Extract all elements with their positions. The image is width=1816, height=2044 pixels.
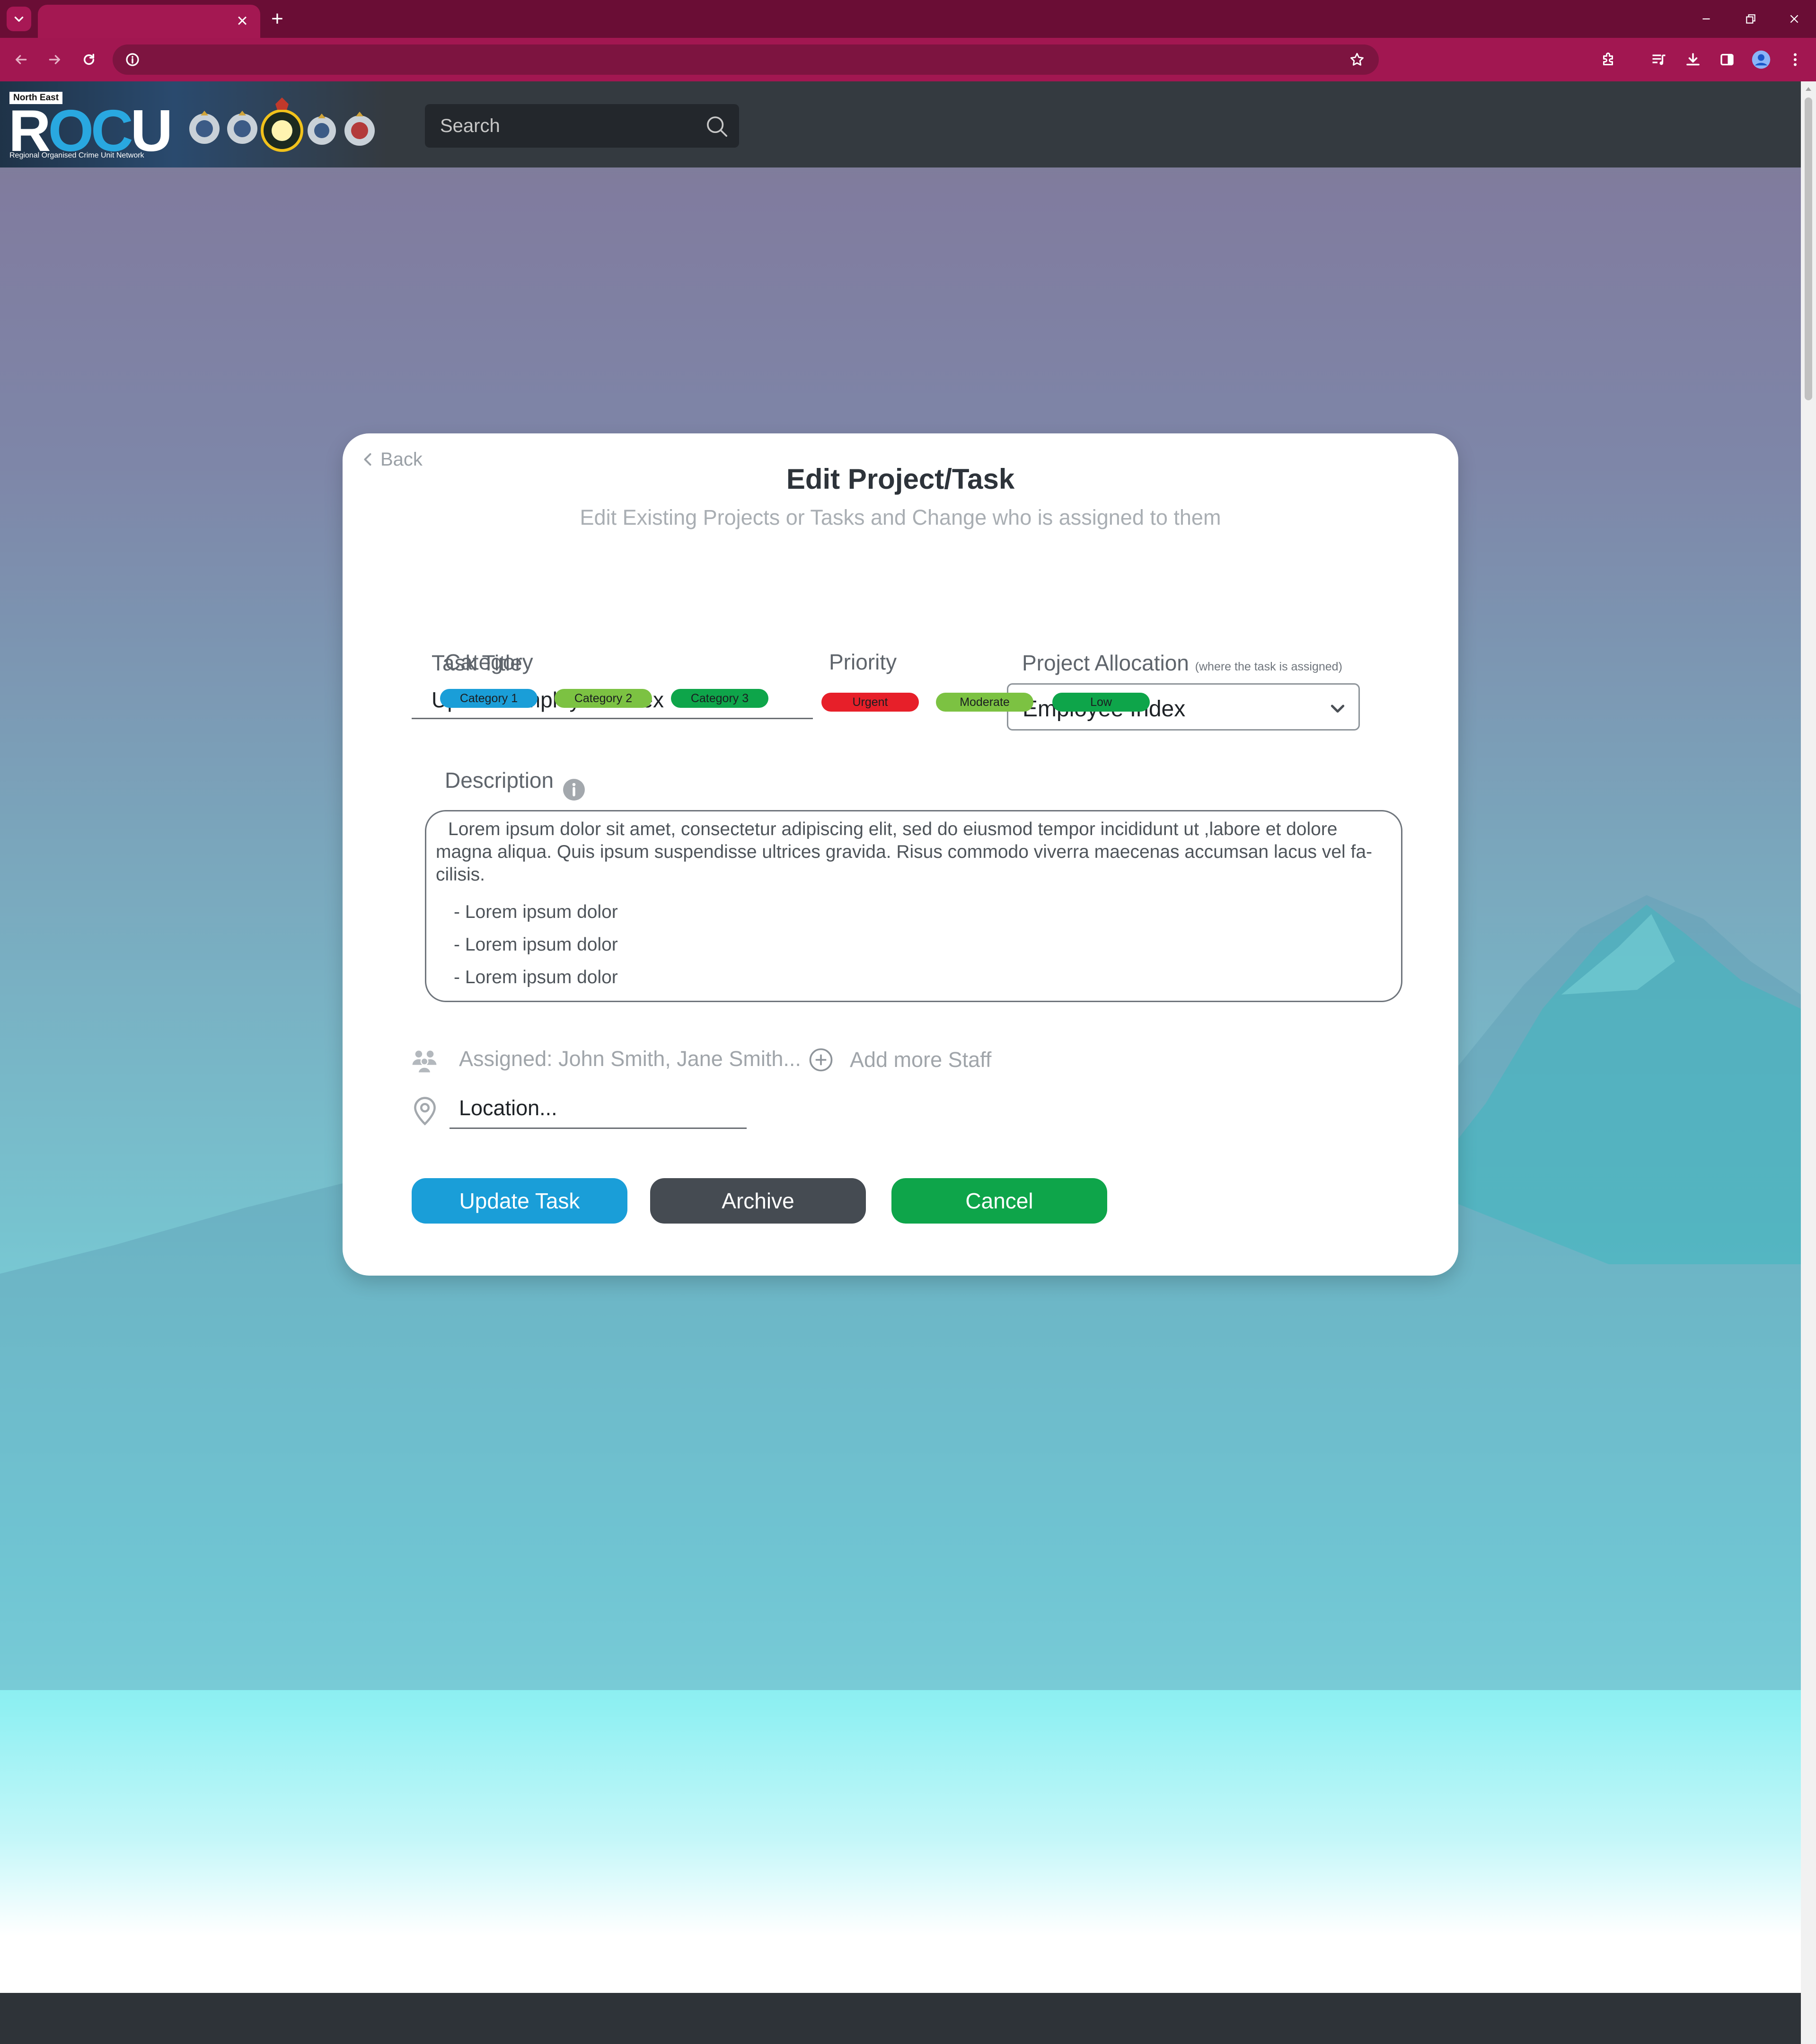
site-search [425, 104, 739, 148]
reload-button[interactable] [78, 48, 100, 71]
logo-tagline: Regional Organised Crime Unit Network [9, 151, 144, 159]
list-item: - Lorem ipsum dolor [454, 967, 618, 987]
list-item: - Lorem ipsum dolor [454, 902, 618, 922]
description-label: Description [445, 768, 554, 793]
reload-icon [83, 53, 95, 65]
location-pin-icon [414, 1097, 436, 1126]
extensions-button[interactable] [1597, 48, 1620, 71]
chevron-down-icon [14, 17, 24, 22]
category-label: Category [445, 650, 533, 674]
browser-tab-bar: × + [0, 0, 1816, 38]
update-task-button[interactable]: Update Task [412, 1178, 627, 1224]
profile-button[interactable] [1750, 48, 1772, 71]
page-scrollbar[interactable] [1801, 81, 1816, 2044]
edit-task-modal: Back Edit Project/Task Edit Existing Pro… [343, 433, 1458, 1276]
bookmark-button[interactable] [1347, 49, 1367, 70]
rocu-logo[interactable]: North East ROCU Regional Organised Crime… [0, 81, 388, 167]
category-pill-category-3[interactable]: Category 3 [671, 689, 768, 708]
restore-button[interactable] [1740, 9, 1761, 29]
playlist-icon [1652, 54, 1666, 65]
search-input[interactable] [425, 104, 690, 148]
more-vertical-icon [1794, 53, 1797, 66]
page-subtitle: Edit Existing Projects or Tasks and Chan… [580, 505, 1221, 529]
project-allocation-hint: (where the task is assigned) [1195, 660, 1342, 673]
project-allocation-label: Project Allocation (where the task is as… [1022, 651, 1342, 675]
add-staff-label: Add more Staff [850, 1048, 992, 1072]
close-icon: × [237, 10, 248, 31]
forward-nav-button[interactable] [44, 48, 66, 71]
site-header: North East ROCU Regional Organised Crime… [0, 81, 1801, 167]
info-icon[interactable] [562, 778, 586, 802]
scroll-up-button[interactable] [1805, 84, 1812, 94]
add-staff-button[interactable]: Add more Staff [808, 1041, 991, 1079]
priority-pill-low[interactable]: Low [1052, 693, 1150, 712]
search-icon[interactable] [704, 114, 730, 139]
chevron-down-icon [1331, 705, 1345, 713]
downloads-button[interactable] [1682, 48, 1704, 71]
minimize-icon [1702, 18, 1710, 20]
info-icon [126, 53, 139, 66]
tab-search-button[interactable] [7, 7, 31, 31]
triangle-up-icon [1806, 87, 1811, 91]
site-info-button[interactable] [122, 49, 143, 70]
page-footer [0, 1993, 1801, 2044]
add-circle-icon [809, 1048, 833, 1072]
description-list: - Lorem ipsum dolor - Lorem ipsum dolor … [436, 896, 1383, 994]
restore-icon [1746, 14, 1755, 24]
star-icon [1350, 53, 1364, 66]
cancel-button[interactable]: Cancel [891, 1178, 1107, 1224]
new-tab-button[interactable]: + [268, 7, 287, 30]
close-window-button[interactable] [1784, 9, 1805, 29]
arrow-right-icon [49, 55, 60, 64]
page-title: Edit Project/Task [786, 463, 1015, 495]
description-textarea[interactable]: Lorem ipsum dolor sit amet, consectetur … [425, 810, 1402, 1002]
close-icon [1790, 15, 1798, 23]
archive-button[interactable]: Archive [650, 1178, 866, 1224]
back-nav-button[interactable] [9, 48, 32, 71]
download-icon [1686, 53, 1700, 66]
address-bar[interactable] [113, 44, 1379, 75]
media-controls-button[interactable] [1648, 48, 1670, 71]
description-paragraph: Lorem ipsum dolor sit amet, consectetur … [436, 819, 1373, 885]
assigned-staff-text: Assigned: John Smith, Jane Smith... [459, 1047, 801, 1071]
priority-label: Priority [829, 650, 897, 674]
category-pill-category-2[interactable]: Category 2 [555, 689, 652, 708]
profile-avatar-icon [1752, 50, 1771, 69]
side-panel-icon [1720, 53, 1734, 66]
tab-close-button[interactable]: × [234, 10, 251, 31]
category-pill-category-1[interactable]: Category 1 [440, 689, 538, 708]
browser-tab[interactable]: × [38, 5, 260, 38]
people-icon [412, 1050, 437, 1074]
arrow-left-icon [16, 55, 27, 64]
police-crests-icon [189, 97, 375, 152]
scroll-thumb[interactable] [1805, 97, 1812, 400]
puzzle-icon [1603, 53, 1613, 65]
browser-menu-button[interactable] [1784, 48, 1807, 71]
minimize-button[interactable] [1696, 9, 1717, 29]
plus-icon: + [271, 7, 283, 30]
page-viewport: North East ROCU Regional Organised Crime… [0, 81, 1801, 1993]
list-item: - Lorem ipsum dolor [454, 934, 618, 955]
priority-pill-moderate[interactable]: Moderate [936, 693, 1033, 712]
location-input[interactable] [450, 1088, 747, 1129]
browser-toolbar [0, 38, 1816, 81]
priority-pill-urgent[interactable]: Urgent [821, 693, 919, 712]
side-panel-button[interactable] [1716, 48, 1738, 71]
